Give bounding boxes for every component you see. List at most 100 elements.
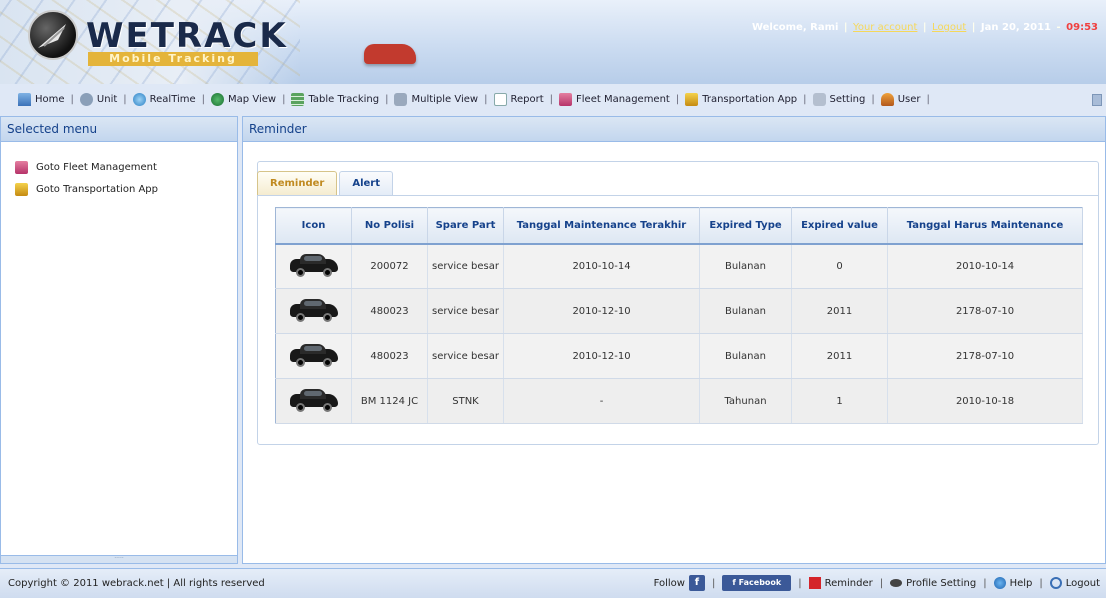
table-header-row: Icon No Polisi Spare Part Tanggal Mainte… [275,207,1083,245]
nav-home[interactable]: Home [18,92,65,106]
header-logout-link[interactable]: Logout [932,22,966,33]
reminder-icon [808,577,821,589]
cell-spare-part: service besar [427,243,504,289]
footer: Copyright © 2011 webrack.net | All right… [0,568,1106,598]
panel-splitter[interactable]: ····· [1,555,237,563]
user-icon [880,92,894,106]
cell-no-polisi: 480023 [351,333,428,379]
header-date: Jan 20, 2011 [980,22,1052,33]
cell-no-polisi: 200072 [351,243,428,289]
report-icon [493,92,507,106]
footer-help-link[interactable]: Help [1010,578,1033,589]
car-icon [289,388,338,412]
realtime-icon [132,92,146,106]
nav-setting[interactable]: Setting [812,92,865,106]
col-expired-type[interactable]: Expired Type [699,207,792,245]
unit-icon [79,92,93,106]
table-row[interactable]: 200072 service besar 2010-10-14 Bulanan … [275,243,1083,289]
cell-expired-type: Bulanan [699,243,792,289]
cell-expired-value: 2011 [791,333,888,379]
cell-expired-value: 0 [791,243,888,289]
cell-spare-part: STNK [427,378,504,424]
fleet-icon [559,92,573,106]
cell-expired-value: 1 [791,378,888,424]
nav-realtime[interactable]: RealTime [132,92,196,106]
transportation-icon [15,182,28,196]
col-spare-part[interactable]: Spare Part [427,207,504,245]
nav-map-view[interactable]: Map View [211,92,276,106]
nav-transportation-app[interactable]: Transportation App [685,92,797,106]
cell-tanggal-terakhir: 2010-12-10 [503,288,700,334]
logo-icon [28,10,78,60]
cell-tanggal-harus: 2178-07-10 [887,333,1083,379]
goto-transportation-app-link[interactable]: Goto Transportation App [1,178,237,200]
copyright-text: Copyright © 2011 webrack.net | All right… [8,578,265,589]
car-decoration-icon [364,44,416,64]
table-row[interactable]: 480023 service besar 2010-12-10 Bulanan … [275,333,1083,379]
nav-scroll-button[interactable] [1092,94,1102,106]
col-no-polisi[interactable]: No Polisi [351,207,428,245]
your-account-link[interactable]: Your account [853,22,917,33]
footer-logout-link[interactable]: Logout [1066,578,1100,589]
nav-user[interactable]: User [880,92,921,106]
selected-menu-list: Goto Fleet Management Goto Transportatio… [1,142,237,200]
selected-menu-panel: Selected menu Goto Fleet Management Goto… [0,116,238,564]
nav-report[interactable]: Report [493,92,544,106]
cell-spare-part: service besar [427,333,504,379]
row-icon-cell [275,378,352,424]
selected-menu-title: Selected menu [1,117,237,142]
cell-tanggal-harus: 2178-07-10 [887,288,1083,334]
facebook-icon[interactable]: f [688,575,705,591]
car-icon [289,343,338,367]
col-tanggal-harus-maintenance[interactable]: Tanggal Harus Maintenance [887,207,1083,245]
cell-spare-part: service besar [427,288,504,334]
cell-expired-type: Bulanan [699,288,792,334]
col-expired-value[interactable]: Expired value [791,207,888,245]
cell-expired-type: Bulanan [699,333,792,379]
cell-tanggal-terakhir: - [503,378,700,424]
cell-tanggal-harus: 2010-10-18 [887,378,1083,424]
setting-icon [812,92,826,106]
tab-divider [257,195,1099,196]
car-icon [289,298,338,322]
multiple-view-icon [394,92,408,106]
main-nav: Home | Unit | RealTime | Map View | Table Tr… [0,86,1106,112]
map-icon [211,92,225,106]
cell-tanggal-terakhir: 2010-12-10 [503,333,700,379]
cell-tanggal-harus: 2010-10-14 [887,243,1083,289]
footer-links: Follow f | f Facebook | Reminder | Profi… [654,575,1100,591]
logo-subtitle: Mobile Tracking [88,52,258,66]
goto-fleet-management-link[interactable]: Goto Fleet Management [1,156,237,178]
table-row[interactable]: 480023 service besar 2010-12-10 Bulanan … [275,288,1083,334]
logo-text: WETRACK [86,16,288,56]
nav-fleet-management[interactable]: Fleet Management [559,92,670,106]
row-icon-cell [275,243,352,289]
nav-unit[interactable]: Unit [79,92,117,106]
profile-icon [890,579,903,587]
home-icon [18,92,31,106]
follow-label: Follow [653,577,685,589]
help-icon [993,577,1006,589]
reminder-table: Icon No Polisi Spare Part Tanggal Mainte… [275,207,1083,424]
welcome-bar: Welcome, Rami | Your account | Logout | … [751,22,1098,33]
row-icon-cell [275,333,352,379]
tab-alert[interactable]: Alert [339,171,393,195]
logout-icon [1049,577,1062,589]
facebook-button[interactable]: f Facebook [722,575,792,591]
tab-reminder[interactable]: Reminder [257,171,338,195]
col-tanggal-maintenance-terakhir[interactable]: Tanggal Maintenance Terakhir [503,207,700,245]
footer-profile-setting-link[interactable]: Profile Setting [906,578,976,589]
cell-no-polisi: 480023 [351,288,428,334]
reminder-panel-title: Reminder [243,117,1105,142]
table-row[interactable]: BM 1124 JC STNK - Tahunan 1 2010-10-18 [275,378,1083,424]
transportation-icon [685,92,699,106]
table-icon [291,92,305,106]
col-icon[interactable]: Icon [275,207,352,245]
nav-multiple-view[interactable]: Multiple View [394,92,478,106]
welcome-text: Welcome, Rami [751,22,839,33]
cell-tanggal-terakhir: 2010-10-14 [503,243,700,289]
nav-table-tracking[interactable]: Table Tracking [291,92,379,106]
row-icon-cell [275,288,352,334]
footer-reminder-link[interactable]: Reminder [825,578,873,589]
cell-no-polisi: BM 1124 JC [351,378,428,424]
